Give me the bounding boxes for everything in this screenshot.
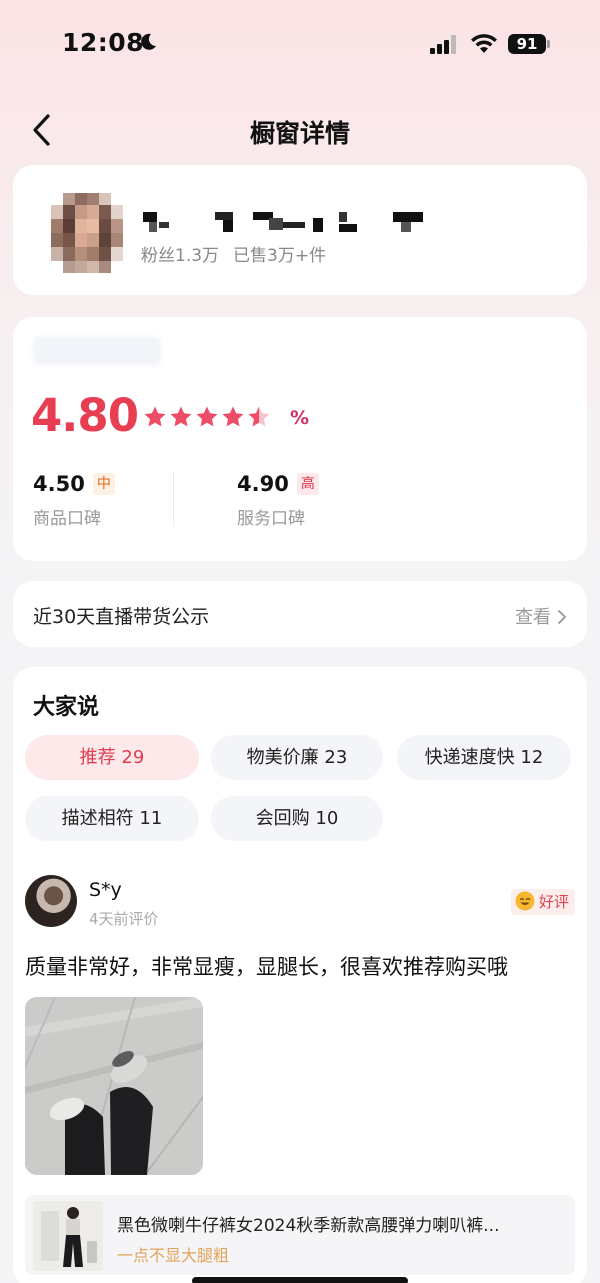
overall-score: 4.80: [31, 389, 139, 442]
reviews-card: 大家说 推荐 29 物美价廉 23 快递速度快 12 描述相符 11 会回购 1…: [13, 667, 587, 1283]
tag-recommend[interactable]: 推荐 29: [25, 735, 199, 780]
view-link-label: 查看: [515, 607, 551, 628]
half-star-icon: [248, 406, 270, 427]
shop-avatar[interactable]: [51, 193, 123, 273]
review-photo[interactable]: [25, 997, 203, 1175]
reviews-title: 大家说: [33, 695, 100, 720]
view-link[interactable]: 查看: [515, 603, 567, 629]
review-time: 4天前评价: [89, 910, 159, 928]
product-score-label: 商品口碑: [33, 509, 101, 529]
divider: [173, 472, 174, 526]
smile-emoji-icon: [515, 891, 535, 911]
tag-good-value[interactable]: 物美价廉 23: [211, 735, 383, 780]
status-time: 12:08: [62, 28, 145, 57]
reviewer-avatar[interactable]: [25, 875, 77, 927]
chevron-right-icon: [558, 610, 566, 624]
service-level-badge: 高: [296, 473, 319, 495]
star-rating: [143, 405, 273, 431]
service-score-label: 服务口碑: [237, 509, 305, 529]
battery-icon: 91: [508, 34, 550, 54]
star-icon: [222, 406, 244, 427]
reviewer-name: S*y: [89, 879, 122, 901]
service-reputation: 4.90 高 服务口碑: [237, 472, 319, 529]
nav-bar: 橱窗详情: [0, 100, 600, 160]
live-sales-notice[interactable]: 近30天直播带货公示 查看: [13, 581, 587, 647]
sold-count: 已售3万+件: [233, 246, 327, 266]
cellular-signal-icon: [430, 34, 460, 54]
wifi-icon: [471, 34, 497, 53]
tag-as-described[interactable]: 描述相符 11: [25, 796, 199, 841]
star-icon: [170, 406, 192, 427]
good-review-badge: 好评: [510, 889, 575, 915]
good-review-label: 好评: [538, 893, 569, 911]
product-highlight: 一点不显大腿粗: [117, 1246, 230, 1265]
fans-count: 粉丝1.3万: [141, 246, 220, 266]
tag-will-rebuy[interactable]: 会回购 10: [211, 796, 383, 841]
home-indicator[interactable]: [192, 1277, 408, 1283]
notice-text: 近30天直播带货公示: [33, 606, 210, 628]
product-score: 4.50: [33, 472, 85, 496]
rating-percent: %: [290, 407, 310, 429]
product-reputation: 4.50 中 商品口碑: [33, 472, 115, 529]
service-score: 4.90: [237, 472, 289, 496]
star-icon: [196, 406, 218, 427]
star-icon: [144, 406, 166, 427]
status-bar: 12:08 91: [0, 0, 600, 90]
product-level-badge: 中: [92, 473, 115, 495]
rating-card[interactable]: 4.80 % 4.50 中 商品口碑 4.90 高 服务口碑: [13, 317, 587, 561]
moon-icon: [141, 33, 156, 50]
shop-card[interactable]: 粉丝1.3万 已售3万+件: [13, 165, 587, 295]
shop-name-redacted: [143, 212, 423, 232]
page-title: 橱窗详情: [249, 119, 350, 148]
product-title: 黑色微喇牛仔裤女2024秋季新款高腰弹力喇叭裤...: [117, 1216, 500, 1236]
battery-level: 91: [508, 34, 546, 54]
linked-product[interactable]: 黑色微喇牛仔裤女2024秋季新款高腰弹力喇叭裤... 一点不显大腿粗: [25, 1195, 575, 1275]
blurred-label: [33, 337, 161, 365]
shop-stats: 粉丝1.3万 已售3万+件: [141, 241, 340, 266]
tag-fast-delivery[interactable]: 快递速度快 12: [397, 735, 571, 780]
review-text: 质量非常好，非常显瘦，显腿长，很喜欢推荐购买哦: [25, 955, 508, 979]
product-thumbnail: [33, 1201, 103, 1271]
